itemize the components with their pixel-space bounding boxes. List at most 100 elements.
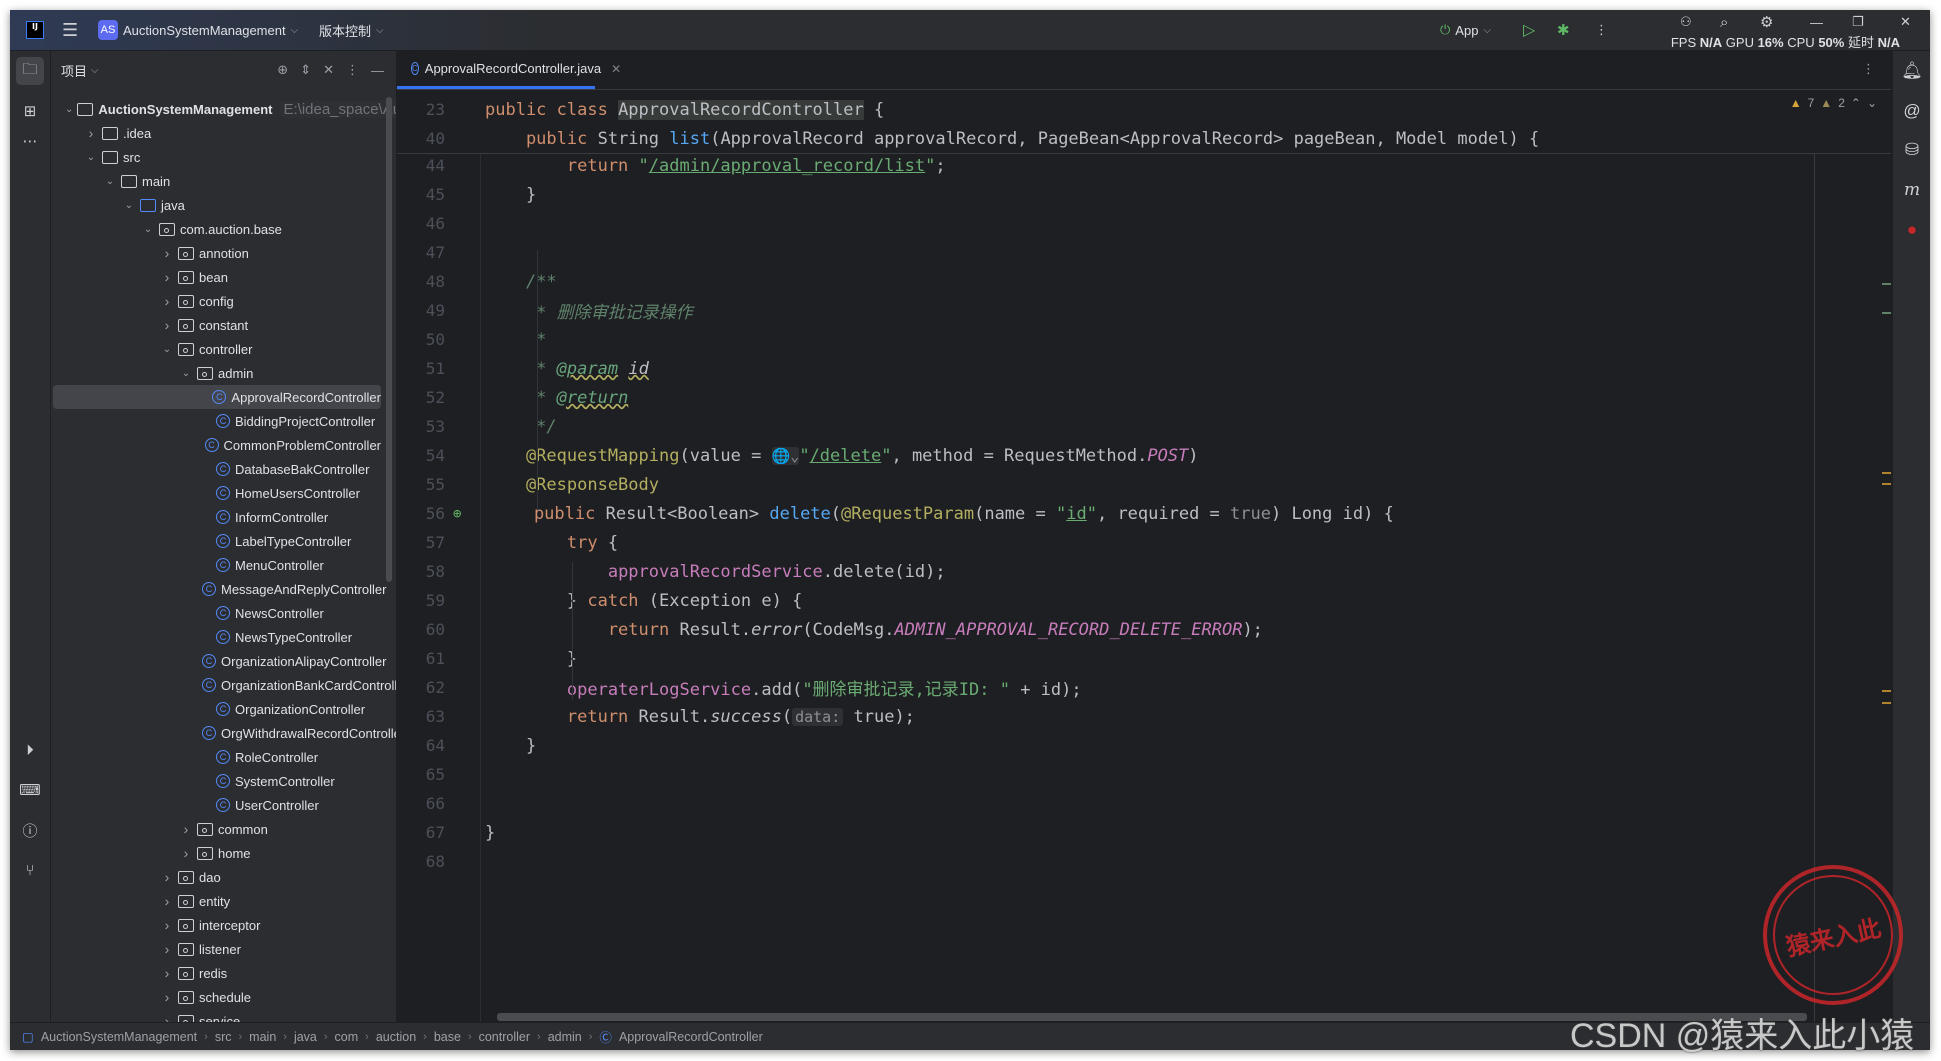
code-line[interactable]: 66 bbox=[397, 789, 1891, 818]
code-line[interactable]: 68 bbox=[397, 847, 1891, 876]
tree-item[interactable]: › home bbox=[51, 841, 381, 865]
line-number[interactable]: 66 bbox=[397, 794, 445, 813]
code-line[interactable]: 47 bbox=[397, 238, 1891, 267]
tree-item[interactable]: C RoleController bbox=[51, 745, 381, 769]
terminal-icon[interactable]: ⌨ bbox=[16, 776, 44, 804]
tree-item[interactable]: › dao bbox=[51, 865, 381, 889]
code-line[interactable]: 56 ⊕ public Result<Boolean> delete(@Reque… bbox=[397, 499, 1891, 528]
tree-item[interactable]: › entity bbox=[51, 889, 381, 913]
web-endpoint-icon[interactable]: ⊕ bbox=[445, 506, 493, 522]
hide-panel-icon[interactable]: — bbox=[371, 63, 384, 78]
breadcrumb-item[interactable]: controller bbox=[479, 1030, 530, 1044]
code-line[interactable]: 63 return Result.success(data: true); bbox=[397, 702, 1891, 731]
tree-item[interactable]: ⌄ src bbox=[51, 145, 381, 169]
line-number[interactable]: 23 bbox=[397, 100, 445, 119]
next-highlight-icon[interactable]: ⌄ bbox=[1867, 96, 1877, 110]
tree-item[interactable]: ⌄ com.auction.base bbox=[51, 217, 381, 241]
run-icon[interactable]: ▷ bbox=[1523, 10, 1535, 50]
tree-item[interactable]: C OrganizationBankCardController bbox=[51, 673, 396, 697]
code-line[interactable]: 53 */ bbox=[397, 412, 1891, 441]
tree-item[interactable]: C UserController bbox=[51, 793, 381, 817]
code-line[interactable]: 48 /** bbox=[397, 267, 1891, 296]
line-number[interactable]: 49 bbox=[397, 301, 445, 320]
line-number[interactable]: 56 bbox=[397, 504, 445, 523]
code-line[interactable]: 49 * 删除审批记录操作 bbox=[397, 296, 1891, 325]
services-icon[interactable]: ⏵ bbox=[16, 736, 44, 764]
breadcrumb-item[interactable]: auction bbox=[376, 1030, 416, 1044]
chevron-right-icon[interactable]: › bbox=[160, 941, 174, 957]
tree-item[interactable]: C NewsController bbox=[51, 601, 381, 625]
code-line[interactable]: 65 bbox=[397, 760, 1891, 789]
ai-assistant-spiral-icon[interactable]: @ bbox=[1898, 97, 1926, 125]
scroll-marker[interactable] bbox=[1882, 312, 1891, 314]
chevron-right-icon[interactable]: › bbox=[160, 317, 174, 333]
debug-icon[interactable]: ✱ bbox=[1557, 10, 1570, 50]
line-number[interactable]: 61 bbox=[397, 649, 445, 668]
tree-item[interactable]: › config bbox=[51, 289, 381, 313]
previous-highlight-icon[interactable]: ⌃ bbox=[1851, 96, 1861, 110]
code-line[interactable]: 62 operaterLogService.add("删除审批记录,记录ID: … bbox=[397, 673, 1891, 702]
line-number[interactable]: 65 bbox=[397, 765, 445, 784]
code-line[interactable]: 61 } bbox=[397, 644, 1891, 673]
structure-icon[interactable]: ⊞ bbox=[16, 97, 44, 125]
scroll-marker[interactable] bbox=[1882, 702, 1891, 704]
chevron-down-icon[interactable]: ⌄ bbox=[160, 344, 174, 355]
tree-item[interactable]: C DatabaseBakController bbox=[51, 457, 381, 481]
project-panel-title[interactable]: 项目 bbox=[61, 61, 87, 80]
tree-item[interactable]: › bean bbox=[51, 265, 381, 289]
line-number[interactable]: 48 bbox=[397, 272, 445, 291]
line-number[interactable]: 47 bbox=[397, 243, 445, 262]
locate-icon[interactable]: ⊕ bbox=[277, 62, 288, 78]
tree-item[interactable]: C MenuController bbox=[51, 553, 381, 577]
scroll-marker[interactable] bbox=[1882, 472, 1891, 474]
code-line[interactable]: 55 @ResponseBody bbox=[397, 470, 1891, 499]
code-line[interactable]: 60 return Result.error(CodeMsg.ADMIN_APP… bbox=[397, 615, 1891, 644]
chevron-down-icon[interactable]: ⌄ bbox=[103, 176, 117, 187]
chevron-right-icon[interactable]: › bbox=[84, 125, 98, 141]
tree-item[interactable]: C InformController bbox=[51, 505, 381, 529]
breadcrumb-item[interactable]: com bbox=[335, 1030, 359, 1044]
tree-item[interactable]: › listener bbox=[51, 937, 381, 961]
code-line[interactable]: 54 @RequestMapping(value = 🌐⌄"/delete", … bbox=[397, 441, 1891, 470]
code-line[interactable]: 51 * @param id bbox=[397, 354, 1891, 383]
main-menu-icon[interactable]: ☰ bbox=[62, 10, 78, 50]
line-number[interactable]: 60 bbox=[397, 620, 445, 639]
code-line[interactable]: 46 bbox=[397, 209, 1891, 238]
vcs-menu[interactable]: 版本控制 ⌵ bbox=[319, 10, 384, 50]
breadcrumb-item[interactable]: base bbox=[434, 1030, 461, 1044]
code-line[interactable]: 57 try { bbox=[397, 528, 1891, 557]
expand-all-icon[interactable]: ⇕ bbox=[300, 62, 311, 78]
line-number[interactable]: 40 bbox=[397, 129, 445, 148]
line-number[interactable]: 63 bbox=[397, 707, 445, 726]
tree-item[interactable]: C BiddingProjectController bbox=[51, 409, 381, 433]
maven-icon[interactable]: m bbox=[1898, 176, 1926, 204]
tree-item[interactable]: › .idea bbox=[51, 121, 381, 145]
tree-item[interactable]: C CommonProblemController bbox=[51, 433, 381, 457]
line-number[interactable]: 57 bbox=[397, 533, 445, 552]
tree-item[interactable]: ⌄ AuctionSystemManagement E:\idea_space\Au… bbox=[51, 97, 396, 121]
chevron-right-icon[interactable]: › bbox=[160, 989, 174, 1005]
tree-item[interactable]: ⌄ java bbox=[51, 193, 381, 217]
code-line[interactable]: 64 } bbox=[397, 731, 1891, 760]
line-number[interactable]: 53 bbox=[397, 417, 445, 436]
code-line[interactable]: 45 } bbox=[397, 180, 1891, 209]
chevron-right-icon[interactable]: › bbox=[179, 821, 193, 837]
tree-item[interactable]: › constant bbox=[51, 313, 381, 337]
tree-item[interactable]: C MessageAndReplyController bbox=[51, 577, 386, 601]
breadcrumb-item[interactable]: AuctionSystemManagement bbox=[41, 1030, 197, 1044]
tree-scrollbar[interactable] bbox=[386, 97, 392, 582]
chevron-down-icon[interactable]: ⌄ bbox=[84, 152, 98, 163]
code-line[interactable]: 50 * bbox=[397, 325, 1891, 354]
chevron-down-icon[interactable]: ⌵ bbox=[91, 65, 99, 76]
chevron-right-icon[interactable]: › bbox=[160, 965, 174, 981]
scroll-marker[interactable] bbox=[1882, 690, 1891, 692]
line-number[interactable]: 68 bbox=[397, 852, 445, 871]
scroll-marker[interactable] bbox=[1882, 283, 1891, 285]
line-number[interactable]: 50 bbox=[397, 330, 445, 349]
code-line[interactable]: 58 approvalRecordService.delete(id); bbox=[397, 557, 1891, 586]
breadcrumb-item[interactable]: java bbox=[294, 1030, 317, 1044]
chevron-right-icon[interactable]: › bbox=[160, 245, 174, 261]
code-line[interactable]: 52 * @return bbox=[397, 383, 1891, 412]
chevron-right-icon[interactable]: › bbox=[160, 917, 174, 933]
tree-item[interactable]: › schedule bbox=[51, 985, 381, 1009]
